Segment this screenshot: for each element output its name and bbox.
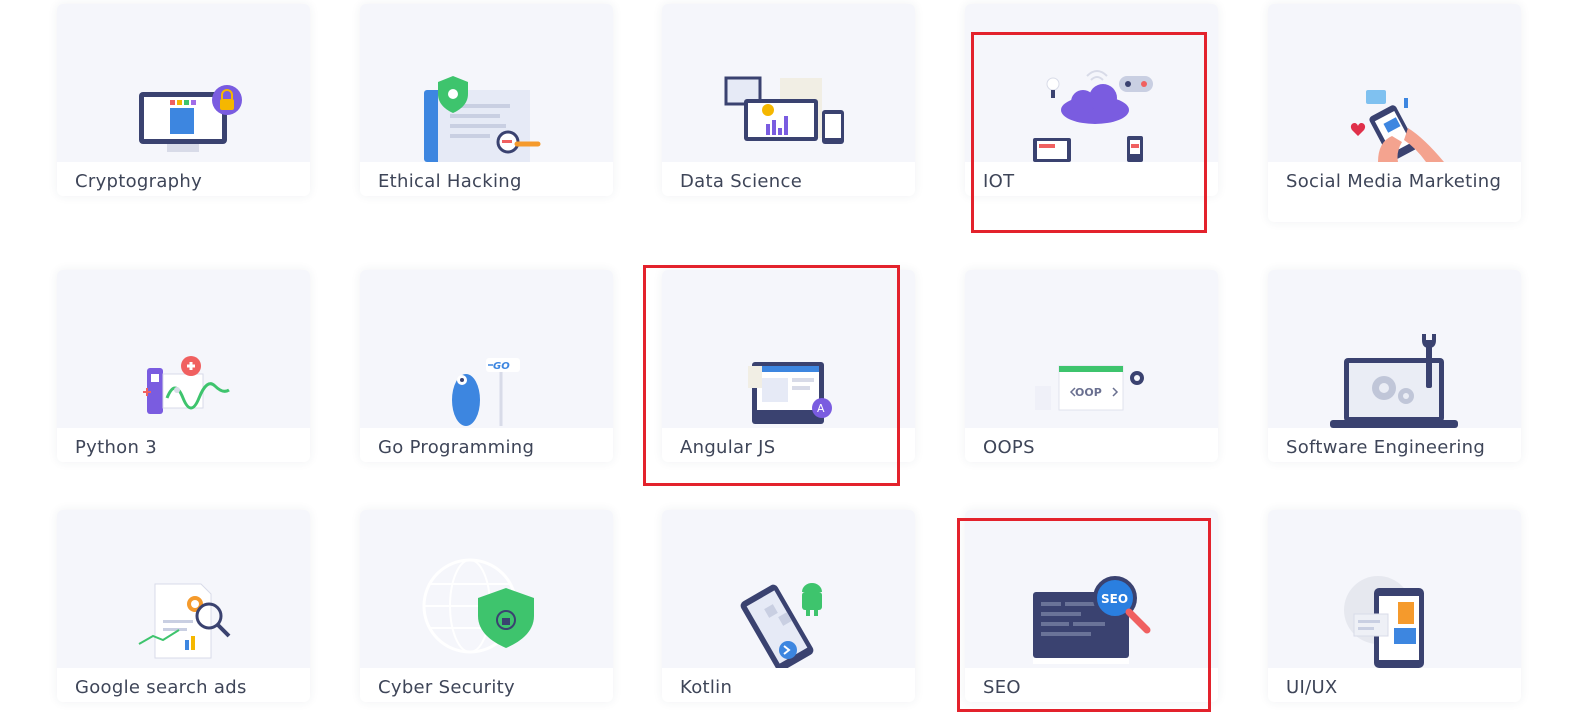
svg-text:GO: GO: [493, 361, 510, 372]
course-title: Kotlin: [662, 668, 915, 702]
course-card-kotlin[interactable]: Kotlin: [662, 510, 915, 702]
iot-cloud-illustration-icon: [965, 4, 1218, 162]
course-card-cryptography[interactable]: Cryptography: [57, 4, 310, 196]
course-card-python-3[interactable]: Python 3: [57, 270, 310, 462]
course-title: OOPS: [965, 428, 1218, 462]
course-card-seo[interactable]: SEO SEO: [965, 510, 1218, 702]
course-title: Angular JS: [662, 428, 915, 462]
course-card-go-programming[interactable]: GO Go Programming: [360, 270, 613, 462]
course-card-iot[interactable]: IOT: [965, 4, 1218, 196]
course-card-oops[interactable]: OOP OOPS: [965, 270, 1218, 462]
course-card-ethical-hacking[interactable]: Ethical Hacking: [360, 4, 613, 196]
course-card-angular-js[interactable]: A Angular JS: [662, 270, 915, 462]
course-card-data-science[interactable]: Data Science: [662, 4, 915, 196]
search-ads-document-illustration-icon: [57, 510, 310, 668]
course-title: Data Science: [662, 162, 915, 196]
python-illustration-icon: [57, 270, 310, 428]
svg-text:A: A: [817, 402, 825, 415]
course-title: Go Programming: [360, 428, 613, 462]
course-title: Cyber Security: [360, 668, 613, 702]
course-title: Python 3: [57, 428, 310, 462]
course-card-ui-ux[interactable]: UI/UX: [1268, 510, 1521, 702]
course-title: Google search ads: [57, 668, 310, 702]
course-title: Ethical Hacking: [360, 162, 613, 196]
svg-text:OOP: OOP: [1075, 386, 1102, 399]
angular-monitor-illustration-icon: A: [662, 270, 915, 428]
course-title: IOT: [965, 162, 1218, 196]
ethical-hacking-illustration-icon: [360, 4, 613, 162]
oop-window-illustration-icon: OOP: [965, 270, 1218, 428]
course-card-social-media-marketing[interactable]: Social Media Marketing: [1268, 4, 1521, 222]
social-media-phone-illustration-icon: [1268, 4, 1521, 162]
data-science-illustration-icon: [662, 4, 915, 162]
course-card-cyber-security[interactable]: Cyber Security: [360, 510, 613, 702]
course-title: UI/UX: [1268, 668, 1521, 702]
kotlin-phone-illustration-icon: [662, 510, 915, 668]
svg-text:SEO: SEO: [1101, 592, 1128, 606]
phone-layout-illustration-icon: [1268, 510, 1521, 668]
course-card-google-search-ads[interactable]: Google search ads: [57, 510, 310, 702]
laptop-gears-illustration-icon: [1268, 270, 1521, 428]
course-card-software-engineering[interactable]: Software Engineering: [1268, 270, 1521, 462]
go-gopher-illustration-icon: GO: [360, 270, 613, 428]
course-title: Software Engineering: [1268, 428, 1521, 462]
globe-shield-illustration-icon: [360, 510, 613, 668]
course-title: SEO: [965, 668, 1218, 702]
cryptography-illustration-icon: [57, 4, 310, 162]
course-title: Cryptography: [57, 162, 310, 196]
seo-magnifier-illustration-icon: SEO: [965, 510, 1218, 668]
course-title: Social Media Marketing: [1268, 162, 1521, 222]
